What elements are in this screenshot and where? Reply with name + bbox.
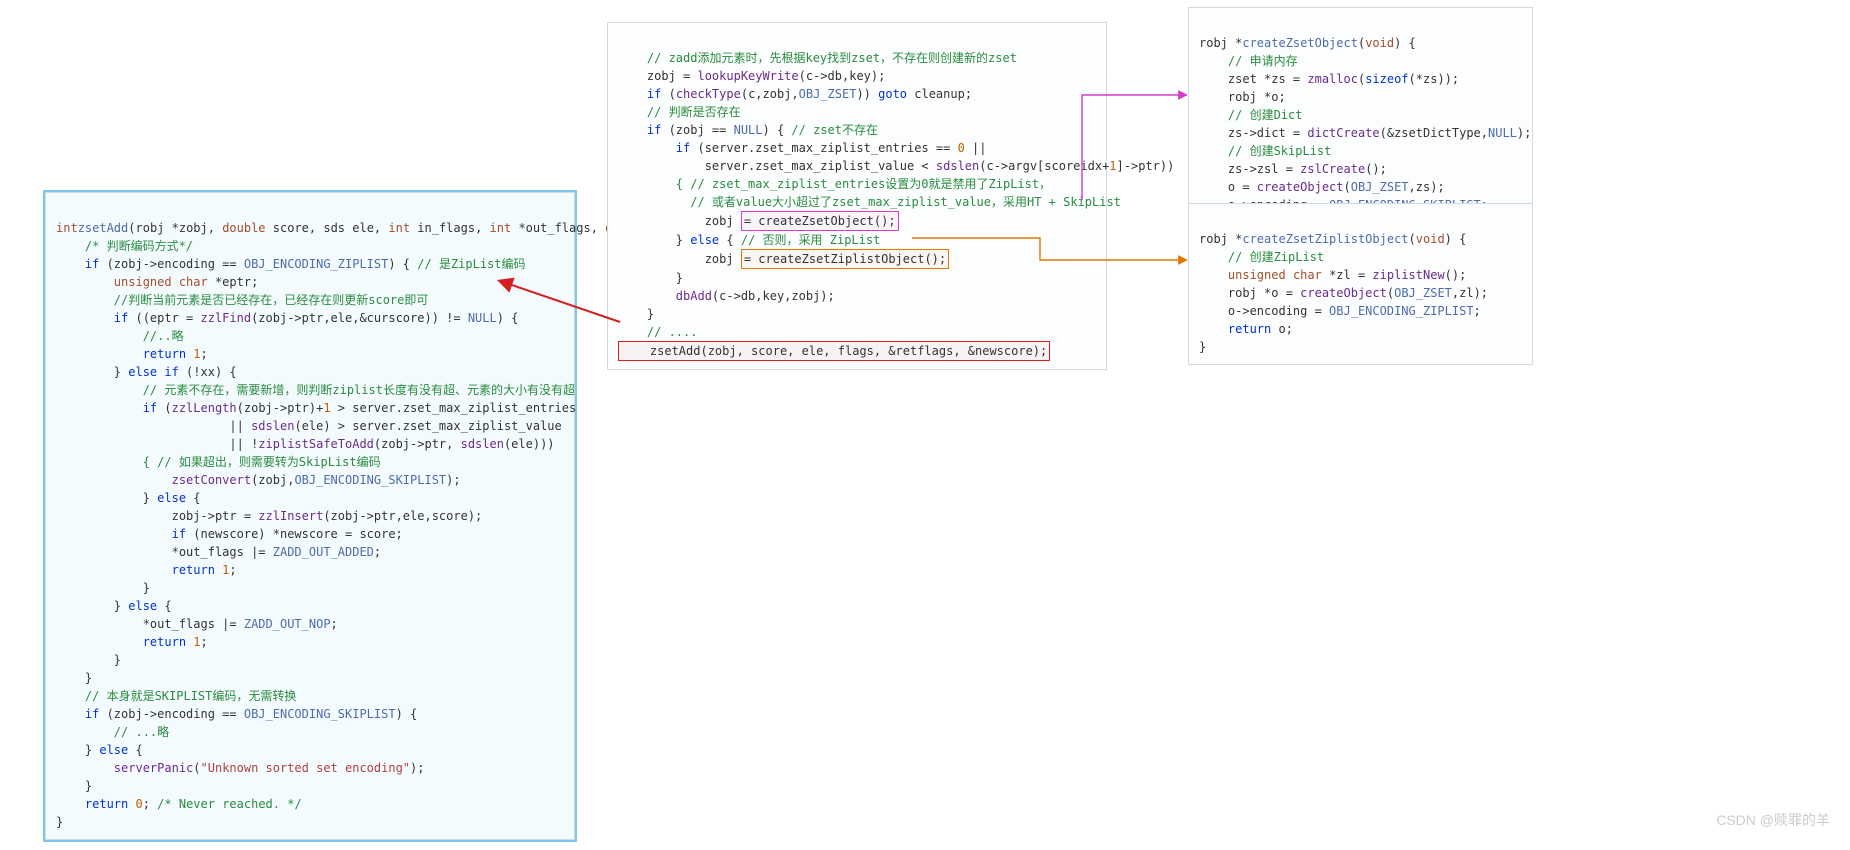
highlight-createZsetZiplistObject: = createZsetZiplistObject(); bbox=[741, 249, 949, 269]
highlight-zsetAdd-call: zsetAdd(zobj, score, ele, flags, &retfla… bbox=[618, 341, 1050, 361]
highlight-createZsetObject: = createZsetObject(); bbox=[741, 211, 899, 231]
kw: int bbox=[56, 221, 78, 235]
code-panel-zsetAdd: intzsetAdd(robj *zobj, double score, sds… bbox=[45, 192, 575, 840]
code-panel-zadd: // zadd添加元素时，先根据key找到zset，不存在则创建新的zset z… bbox=[607, 22, 1107, 370]
code-panel-createZsetZiplistObject: robj *createZsetZiplistObject(void) { //… bbox=[1188, 203, 1533, 365]
watermark: CSDN @赎罪的羊 bbox=[1716, 810, 1830, 830]
